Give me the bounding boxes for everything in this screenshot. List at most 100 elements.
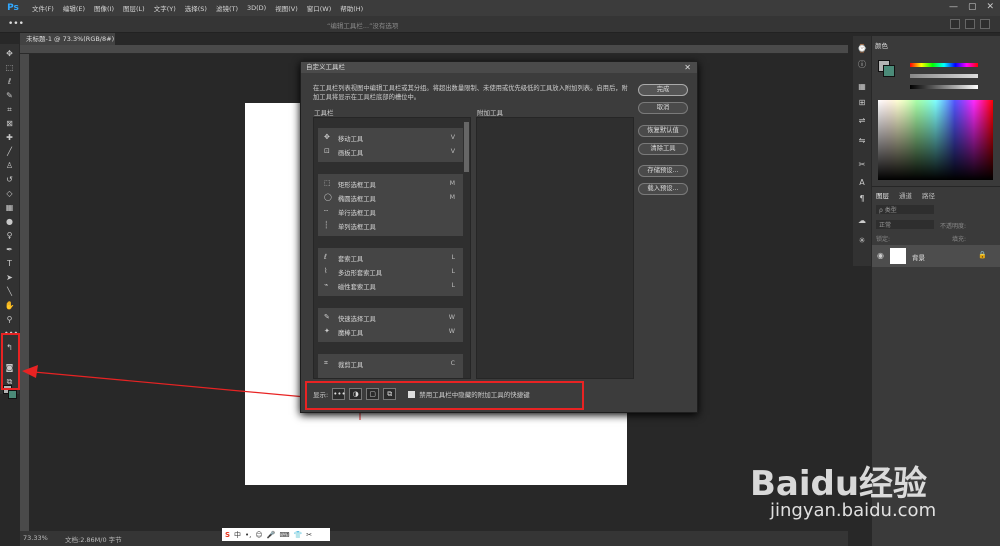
brightness-slider[interactable] [910,85,978,89]
tool-shortcut: L [451,282,455,289]
tool-label: 多边形套索工具 [338,270,383,277]
list-item[interactable]: ⬚ 矩形选框工具 M [318,177,463,191]
history-icon[interactable]: ⌚ [857,44,867,54]
dialog-close-icon[interactable]: ✕ [684,62,691,73]
layers-panel-tabs: 图层 通道 路径 [876,190,935,200]
layer-row[interactable]: ◉ 背景 🔒 [872,245,1000,267]
extra-tools-list[interactable] [476,117,634,379]
sogou-logo-icon[interactable]: S [225,531,230,539]
magic-wand-icon: ✦ [324,327,330,335]
ellipse-marquee-icon: ◯ [324,193,332,201]
tool-group[interactable]: ⬚ 矩形选框工具 M ◯ 椭圆选框工具 M ┄ 单行选框工具 ┆ 单列选框工具 [318,174,463,236]
keyboard-icon[interactable]: ⌨ [279,531,289,539]
panel-icon-bar: ⌚ ⓘ ▦ ⊞ ⇌ ⇋ ✂ A ¶ ☁ ✳ [853,36,871,266]
tool-label: 移动工具 [338,136,364,143]
tool-shortcut: C [450,360,455,367]
polygon-lasso-icon: ⌇ [324,267,328,275]
watermark-url: jingyan.baidu.com [770,500,937,521]
tool-group[interactable]: ℓ 套索工具 L ⌇ 多边形套索工具 L ⌁ 磁性套索工具 L [318,248,463,296]
clear-tools-button[interactable]: 清除工具 [638,143,688,155]
artboard-tool-icon: ⊡ [324,147,330,155]
tool-group[interactable]: ✎ 快速选择工具 W ✦ 魔棒工具 W [318,308,463,342]
emoji-icon[interactable]: ☺ [255,531,262,539]
tool-shortcut: W [448,314,455,321]
lock-icon[interactable]: 🔒 [978,251,987,259]
tool-label: 磁性套索工具 [338,284,376,291]
tab-layers[interactable]: 图层 [876,190,889,200]
tool-label: 画板工具 [338,150,364,157]
list-item[interactable]: ┆ 单列选框工具 [318,219,463,233]
customize-toolbar-dialog: 自定义工具栏 ✕ 在工具栏列表视图中编辑工具栏或其分组。将超出数量限制、未使用或… [300,61,698,413]
tool-label: 单列选框工具 [338,224,376,231]
tool-label: 单行选框工具 [338,210,376,217]
properties-icon[interactable]: ⇌ [857,116,867,126]
tab-paths[interactable]: 路径 [922,190,935,200]
layer-name[interactable]: 背景 [912,252,925,262]
tool-label: 矩形选框工具 [338,182,376,189]
paragraph-icon[interactable]: ¶ [857,194,867,204]
lasso-icon: ℓ [324,253,327,261]
tool-shortcut: V [450,134,455,141]
visibility-eye-icon[interactable]: ◉ [877,251,884,260]
microphone-icon[interactable]: 🎤 [267,531,276,539]
crop-icon: ⌗ [324,359,328,367]
3d-icon[interactable]: ✳ [857,236,867,246]
color-panel-background[interactable] [883,65,895,77]
save-preset-button[interactable]: 存储预设... [638,165,688,177]
tool-group[interactable]: ⌗ 裁剪工具 C [318,354,463,378]
blend-mode-select[interactable]: 正常 [876,220,934,229]
list-item[interactable]: ✎ 快速选择工具 W [318,311,463,325]
adjustments-icon[interactable]: ⊞ [857,98,867,108]
done-button[interactable]: 完成 [638,84,688,96]
tool-shortcut: V [450,148,455,155]
layer-thumbnail [890,248,906,264]
lock-label: 锁定: [876,236,891,243]
list-item[interactable]: ⌁ 磁性套索工具 L [318,279,463,293]
tool-group[interactable]: ✥ 移动工具 V ⊡ 画板工具 V [318,128,463,162]
list-item[interactable]: ┄ 单行选框工具 [318,205,463,219]
magnetic-lasso-icon: ⌁ [324,281,329,289]
single-row-marquee-icon: ┄ [324,207,329,215]
fill-label: 填充: [952,236,967,243]
tool-shortcut: L [451,254,455,261]
list-item[interactable]: ✥ 移动工具 V [318,131,463,145]
tool-label: 裁剪工具 [338,362,364,369]
swatches-icon[interactable]: ▦ [857,82,867,92]
color-spectrum[interactable] [878,100,993,180]
libraries-icon[interactable]: ☁ [857,216,867,226]
tool-label: 套索工具 [338,256,364,263]
quick-select-icon: ✎ [324,313,330,321]
list-item[interactable]: ⌇ 多边形套索工具 L [318,265,463,279]
tab-channels[interactable]: 通道 [899,190,912,200]
toolbar-list-scrollbar[interactable] [464,122,469,172]
tool-presets-icon[interactable]: ⇋ [857,136,867,146]
list-item[interactable]: ⊡ 画板工具 V [318,145,463,159]
character-icon[interactable]: A [857,178,867,188]
load-preset-button[interactable]: 载入预设... [638,183,688,195]
skin-icon[interactable]: 👕 [294,531,303,539]
ime-toolbar: S 中 •, ☺ 🎤 ⌨ 👕 ✂ [222,528,330,541]
restore-defaults-button[interactable]: 恢复默认值 [638,125,688,137]
list-item[interactable]: ℓ 套索工具 L [318,251,463,265]
list-item[interactable]: ◯ 椭圆选框工具 M [318,191,463,205]
list-item[interactable]: ✦ 魔棒工具 W [318,325,463,339]
move-tool-icon: ✥ [324,133,330,141]
hue-slider[interactable] [910,63,978,67]
tool-shortcut: L [451,268,455,275]
cancel-button[interactable]: 取消 [638,102,688,114]
zoom-readout[interactable]: 73.33% [23,534,48,542]
info-icon[interactable]: ⓘ [857,60,867,70]
layer-kind-filter[interactable]: ρ 类型 [876,205,934,214]
tools-icon[interactable]: ✂ [306,531,312,539]
dialog-title: 自定义工具栏 [301,62,697,73]
baidu-watermark: Baidu经验 [750,464,928,504]
color-panel: 颜色 [872,36,1000,186]
saturation-slider[interactable] [910,74,978,78]
tool-shortcut: M [449,180,455,187]
toolbar-list[interactable]: ✥ 移动工具 V ⊡ 画板工具 V ⬚ 矩形选框工具 M ◯ 椭圆选框工具 M [313,117,471,379]
list-item[interactable]: ⌗ 裁剪工具 C [318,357,463,371]
color-tab[interactable]: 颜色 [875,40,888,50]
ime-mode[interactable]: 中 [234,530,241,540]
brush-settings-icon[interactable]: ✂ [857,160,867,170]
punctuation-icon[interactable]: •, [245,531,251,539]
